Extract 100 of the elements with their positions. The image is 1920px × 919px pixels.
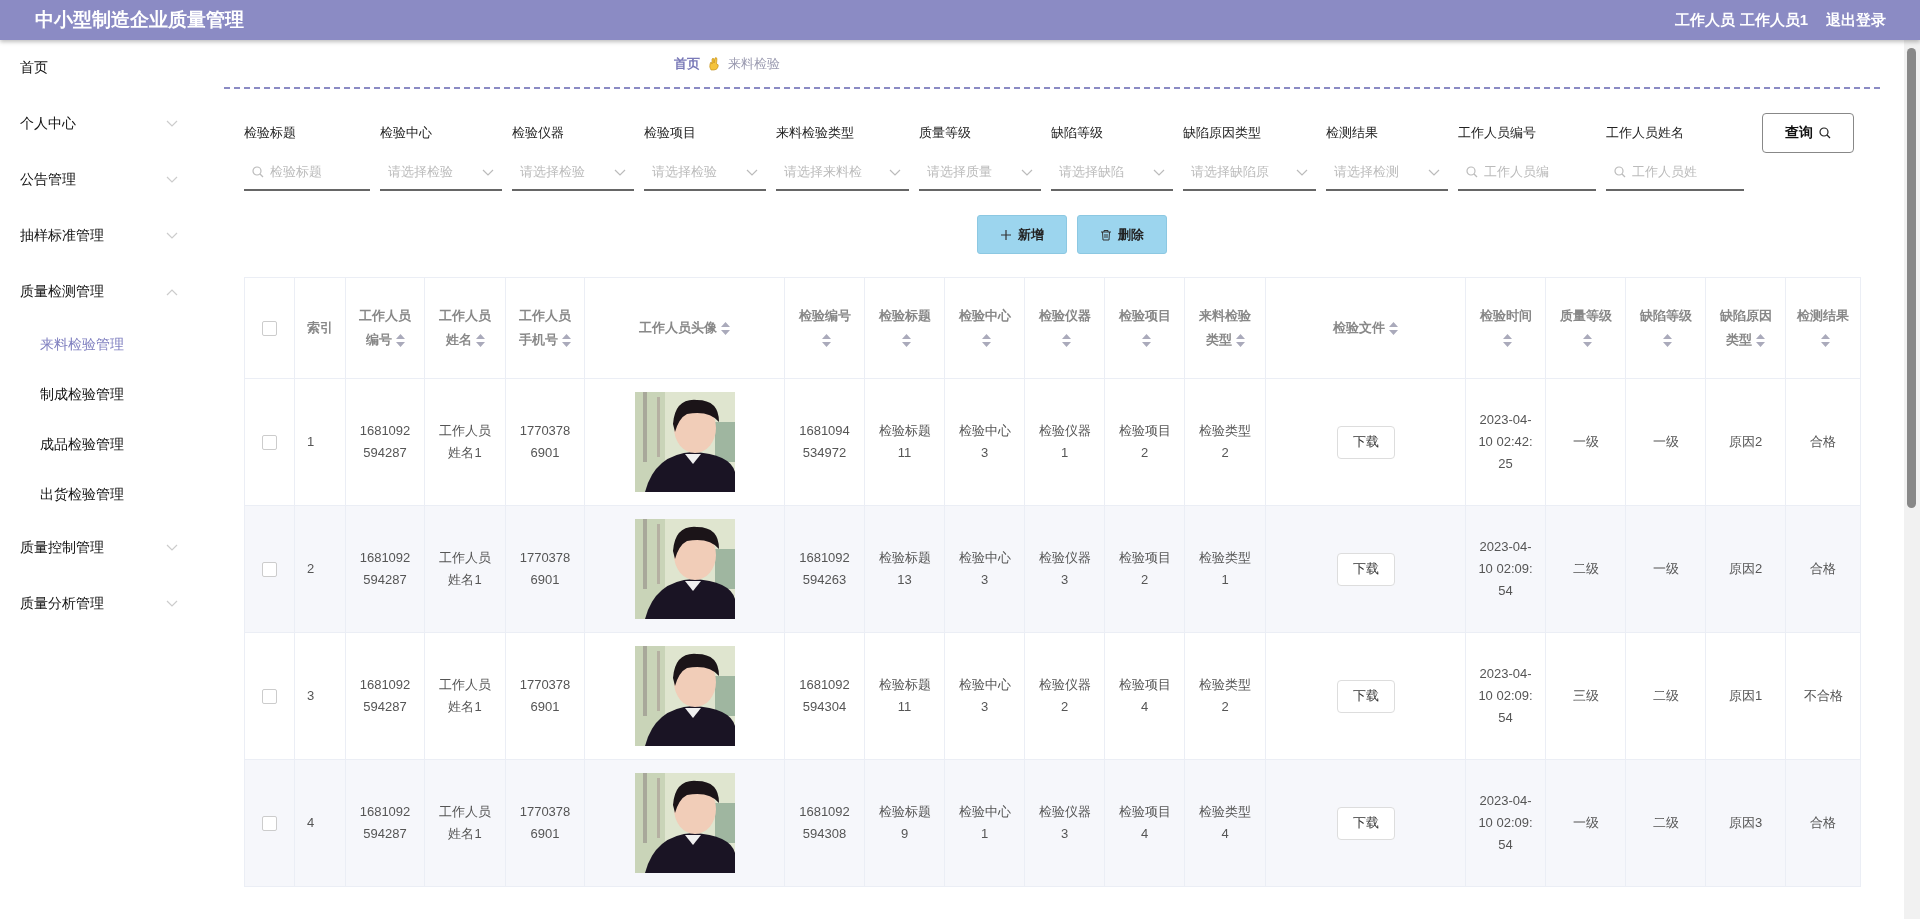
sort-icon[interactable] bbox=[1820, 334, 1830, 348]
search-icon bbox=[1819, 127, 1831, 139]
table-cell: 合格 bbox=[1810, 561, 1836, 576]
table-cell: 17703786901 bbox=[519, 804, 571, 841]
sort-icon[interactable] bbox=[1503, 334, 1512, 348]
sidebar-subitem[interactable]: 来料检验管理 bbox=[0, 320, 224, 370]
sidebar-item[interactable]: 公告管理 bbox=[0, 152, 224, 208]
table-cell: 1681092594308 bbox=[799, 804, 850, 841]
table-cell: 检验项目2 bbox=[1118, 423, 1171, 460]
sort-icon[interactable] bbox=[395, 334, 405, 348]
download-button[interactable]: 下载 bbox=[1336, 806, 1395, 840]
table-cell: 合格 bbox=[1810, 815, 1836, 830]
download-button[interactable]: 下载 bbox=[1336, 552, 1395, 586]
column-header[interactable]: 工作人员头像 bbox=[639, 316, 730, 340]
sidebar-item[interactable]: 个人中心 bbox=[0, 96, 224, 152]
table-cell: 1681092594263 bbox=[799, 550, 850, 587]
table-cell: 检验标题9 bbox=[878, 804, 931, 841]
table-cell: 2023-04-10 02:09:54 bbox=[1478, 539, 1533, 598]
sort-icon[interactable] bbox=[982, 334, 991, 348]
sidebar-item[interactable]: 首页 bbox=[0, 40, 224, 96]
table-cell: 检验仪器1 bbox=[1038, 423, 1091, 460]
select-field[interactable]: 请选择质量 bbox=[919, 155, 1041, 191]
search-field[interactable]: 检验标题 bbox=[244, 155, 370, 191]
sidebar-item[interactable]: 抽样标准管理 bbox=[0, 208, 224, 264]
chevron-icon bbox=[166, 120, 178, 128]
sidebar-item[interactable]: 质量分析管理 bbox=[0, 576, 224, 632]
sort-icon[interactable] bbox=[1235, 334, 1245, 348]
sort-icon[interactable] bbox=[1389, 322, 1398, 336]
trash-icon bbox=[1100, 228, 1112, 241]
filter-label: 检验仪器 bbox=[512, 124, 565, 142]
table-cell: 工作人员姓名1 bbox=[439, 423, 491, 460]
chevron-icon bbox=[166, 600, 178, 608]
delete-button[interactable]: 删除 bbox=[1077, 215, 1167, 254]
checkbox[interactable] bbox=[262, 321, 277, 337]
table-cell: 17703786901 bbox=[519, 423, 571, 460]
filter-label: 检验标题 bbox=[244, 124, 297, 142]
table-cell: 检验中心3 bbox=[958, 423, 1011, 460]
sidebar-subitem[interactable]: 出货检验管理 bbox=[0, 470, 224, 520]
query-button[interactable]: 查询 bbox=[1762, 113, 1854, 153]
sort-icon[interactable] bbox=[1756, 334, 1765, 348]
table-cell: 二级 bbox=[1572, 561, 1599, 576]
table-cell: 工作人员姓名1 bbox=[439, 804, 491, 841]
sort-icon[interactable] bbox=[562, 334, 571, 348]
table-cell: 1681092594287 bbox=[359, 804, 411, 841]
table-cell: 1681092594287 bbox=[359, 423, 411, 460]
table-cell: 工作人员姓名1 bbox=[439, 677, 491, 714]
checkbox[interactable] bbox=[262, 435, 277, 451]
table-cell: 2023-04-10 02:42:25 bbox=[1478, 412, 1533, 471]
download-button[interactable]: 下载 bbox=[1336, 425, 1395, 459]
table-cell: 检验项目4 bbox=[1118, 677, 1171, 714]
filter-label: 缺陷等级 bbox=[1051, 124, 1104, 142]
table-cell: 一级 bbox=[1652, 561, 1679, 576]
table-cell: 3 bbox=[307, 688, 315, 703]
checkbox[interactable] bbox=[262, 562, 277, 578]
table-cell: 一级 bbox=[1652, 434, 1679, 449]
search-field[interactable]: 工作人员编 bbox=[1458, 155, 1596, 191]
sort-icon[interactable] bbox=[902, 334, 911, 348]
checkbox[interactable] bbox=[262, 689, 277, 705]
scrollbar-thumb[interactable] bbox=[1907, 48, 1916, 508]
column-header[interactable]: 检验文件 bbox=[1333, 316, 1398, 340]
select-field[interactable]: 请选择检验 bbox=[512, 155, 634, 191]
sort-icon[interactable] bbox=[721, 322, 730, 336]
sort-icon[interactable] bbox=[475, 334, 485, 348]
sidebar-subitem[interactable]: 制成检验管理 bbox=[0, 370, 224, 420]
sort-icon[interactable] bbox=[822, 334, 831, 348]
table-cell: 不合格 bbox=[1803, 688, 1843, 703]
select-field[interactable]: 请选择缺陷 bbox=[1051, 155, 1173, 191]
scrollbar[interactable] bbox=[1904, 40, 1920, 919]
add-button[interactable]: 新增 bbox=[977, 215, 1067, 254]
sidebar-item[interactable]: 质量控制管理 bbox=[0, 520, 224, 576]
select-field[interactable]: 请选择检验 bbox=[644, 155, 766, 191]
select-field[interactable]: 请选择缺陷原 bbox=[1183, 155, 1316, 191]
table-cell: 2 bbox=[307, 561, 315, 576]
select-field[interactable]: 请选择检验 bbox=[380, 155, 502, 191]
breadcrumb-current: 来料检验 bbox=[728, 54, 780, 73]
plus-icon bbox=[1000, 228, 1012, 241]
table-cell: 17703786901 bbox=[519, 677, 571, 714]
table-cell: 检验类型4 bbox=[1199, 804, 1251, 841]
table-cell: 原因3 bbox=[1728, 815, 1763, 830]
search-icon bbox=[1614, 166, 1626, 178]
sidebar-subitem[interactable]: 成品检验管理 bbox=[0, 420, 224, 470]
breadcrumb-link[interactable]: 首页 bbox=[674, 54, 700, 73]
sidebar-item[interactable]: 质量检测管理 bbox=[0, 264, 224, 320]
select-field[interactable]: 请选择来料检 bbox=[776, 155, 909, 191]
sort-icon[interactable] bbox=[1142, 334, 1151, 348]
sort-icon[interactable] bbox=[1062, 334, 1071, 348]
hand-icon bbox=[708, 56, 720, 71]
search-field[interactable]: 工作人员姓 bbox=[1606, 155, 1744, 191]
download-button[interactable]: 下载 bbox=[1336, 679, 1395, 713]
sort-icon[interactable] bbox=[1663, 334, 1672, 348]
table-cell: 检验类型2 bbox=[1199, 423, 1251, 460]
table-cell: 检验标题13 bbox=[878, 550, 931, 587]
table-cell: 检验标题11 bbox=[878, 423, 931, 460]
select-field[interactable]: 请选择检测 bbox=[1326, 155, 1448, 191]
checkbox[interactable] bbox=[262, 816, 277, 832]
sort-icon[interactable] bbox=[1583, 334, 1592, 348]
table-cell: 检验仪器3 bbox=[1038, 550, 1091, 587]
logout-link[interactable]: 退出登录 bbox=[1826, 10, 1886, 30]
table-cell: 检验标题11 bbox=[878, 677, 931, 714]
chevron-icon bbox=[166, 288, 178, 296]
